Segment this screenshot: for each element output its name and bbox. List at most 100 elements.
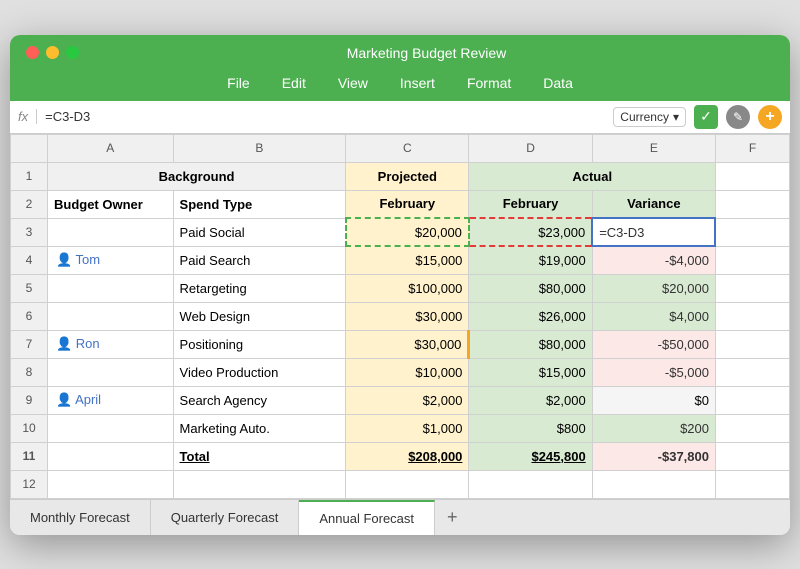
cell-d1[interactable]: Actual (469, 162, 716, 190)
cell-a8[interactable] (47, 358, 173, 386)
cell-f12[interactable] (715, 470, 789, 498)
cell-b5[interactable]: Retargeting (173, 274, 346, 302)
tab-monthly-forecast[interactable]: Monthly Forecast (10, 500, 151, 535)
cell-a6[interactable] (47, 302, 173, 330)
cell-c11[interactable]: $208,000 (346, 442, 469, 470)
cell-c10[interactable]: $1,000 (346, 414, 469, 442)
col-header-a[interactable]: A (47, 134, 173, 162)
row-num-10: 10 (11, 414, 48, 442)
cell-e2[interactable]: Variance (592, 190, 715, 218)
cell-b9[interactable]: Search Agency (173, 386, 346, 414)
col-header-b[interactable]: B (173, 134, 346, 162)
cell-f5[interactable] (715, 274, 789, 302)
col-header-e[interactable]: E (592, 134, 715, 162)
col-header-c[interactable]: C (346, 134, 469, 162)
cell-d5[interactable]: $80,000 (469, 274, 592, 302)
cell-a7[interactable]: 👤 Ron (47, 330, 173, 358)
cell-c6[interactable]: $30,000 (346, 302, 469, 330)
confirm-button[interactable]: ✓ (694, 105, 718, 129)
col-header-d[interactable]: D (469, 134, 592, 162)
cell-e12[interactable] (592, 470, 715, 498)
row-num-11: 11 (11, 442, 48, 470)
cell-c9[interactable]: $2,000 (346, 386, 469, 414)
cell-a5[interactable] (47, 274, 173, 302)
menu-file[interactable]: File (221, 73, 256, 93)
currency-dropdown[interactable]: Currency ▾ (613, 107, 686, 127)
cell-d2[interactable]: February (469, 190, 592, 218)
cell-b12[interactable] (173, 470, 346, 498)
cell-b11[interactable]: Total (173, 442, 346, 470)
cell-f2[interactable] (715, 190, 789, 218)
menu-format[interactable]: Format (461, 73, 517, 93)
cell-c4[interactable]: $15,000 (346, 246, 469, 274)
cell-a12[interactable] (47, 470, 173, 498)
cell-e4[interactable]: -$4,000 (592, 246, 715, 274)
cell-b2[interactable]: Spend Type (173, 190, 346, 218)
cell-d10[interactable]: $800 (469, 414, 592, 442)
cell-f1[interactable] (715, 162, 789, 190)
cell-e10[interactable]: $200 (592, 414, 715, 442)
cell-c12[interactable] (346, 470, 469, 498)
cell-f4[interactable] (715, 246, 789, 274)
tab-annual-forecast[interactable]: Annual Forecast (299, 500, 435, 535)
cell-d7[interactable]: $80,000 (469, 330, 592, 358)
title-bar: Marketing Budget Review File Edit View I… (10, 35, 790, 101)
cell-e7[interactable]: -$50,000 (592, 330, 715, 358)
formula-input[interactable] (45, 109, 605, 124)
cell-b10[interactable]: Marketing Auto. (173, 414, 346, 442)
cell-c2[interactable]: February (346, 190, 469, 218)
menu-data[interactable]: Data (537, 73, 579, 93)
minimize-button[interactable] (46, 46, 59, 59)
menu-edit[interactable]: Edit (276, 73, 312, 93)
cell-f3[interactable] (715, 218, 789, 246)
col-header-f[interactable]: F (715, 134, 789, 162)
cell-e5[interactable]: $20,000 (592, 274, 715, 302)
cell-f9[interactable] (715, 386, 789, 414)
cell-e11[interactable]: -$37,800 (592, 442, 715, 470)
cell-e3[interactable]: =C3-D3 (592, 218, 715, 246)
cell-f8[interactable] (715, 358, 789, 386)
cell-b7[interactable]: Positioning (173, 330, 346, 358)
cell-f7[interactable] (715, 330, 789, 358)
cell-b3[interactable]: Paid Social (173, 218, 346, 246)
cell-d3[interactable]: $23,000 (469, 218, 592, 246)
cell-f10[interactable] (715, 414, 789, 442)
cell-d12[interactable] (469, 470, 592, 498)
cell-b4[interactable]: Paid Search (173, 246, 346, 274)
cell-d8[interactable]: $15,000 (469, 358, 592, 386)
window-buttons (26, 46, 79, 59)
row-4: 4 👤 Tom Paid Search $15,000 $19,000 -$4,… (11, 246, 790, 274)
cell-a9[interactable]: 👤 April (47, 386, 173, 414)
cell-e6[interactable]: $4,000 (592, 302, 715, 330)
cell-c7[interactable]: $30,000 (346, 330, 469, 358)
cell-c3[interactable]: $20,000 (346, 218, 469, 246)
row-num-3: 3 (11, 218, 48, 246)
cell-d4[interactable]: $19,000 (469, 246, 592, 274)
cell-f11[interactable] (715, 442, 789, 470)
cell-d6[interactable]: $26,000 (469, 302, 592, 330)
cell-f6[interactable] (715, 302, 789, 330)
add-formula-button[interactable]: + (758, 105, 782, 129)
cell-a1[interactable]: Background (47, 162, 345, 190)
menu-view[interactable]: View (332, 73, 374, 93)
pen-button[interactable]: ✎ (726, 105, 750, 129)
cell-a10[interactable] (47, 414, 173, 442)
cell-c5[interactable]: $100,000 (346, 274, 469, 302)
cell-a4[interactable]: 👤 Tom (47, 246, 173, 274)
cell-e9[interactable]: $0 (592, 386, 715, 414)
cell-d9[interactable]: $2,000 (469, 386, 592, 414)
cell-b8[interactable]: Video Production (173, 358, 346, 386)
cell-c1[interactable]: Projected (346, 162, 469, 190)
cell-d11[interactable]: $245,800 (469, 442, 592, 470)
maximize-button[interactable] (66, 46, 79, 59)
add-tab-button[interactable]: + (435, 500, 470, 535)
cell-a3[interactable] (47, 218, 173, 246)
cell-c8[interactable]: $10,000 (346, 358, 469, 386)
menu-insert[interactable]: Insert (394, 73, 441, 93)
cell-a11[interactable] (47, 442, 173, 470)
cell-e8[interactable]: -$5,000 (592, 358, 715, 386)
tab-quarterly-forecast[interactable]: Quarterly Forecast (151, 500, 300, 535)
close-button[interactable] (26, 46, 39, 59)
cell-a2[interactable]: Budget Owner (47, 190, 173, 218)
cell-b6[interactable]: Web Design (173, 302, 346, 330)
